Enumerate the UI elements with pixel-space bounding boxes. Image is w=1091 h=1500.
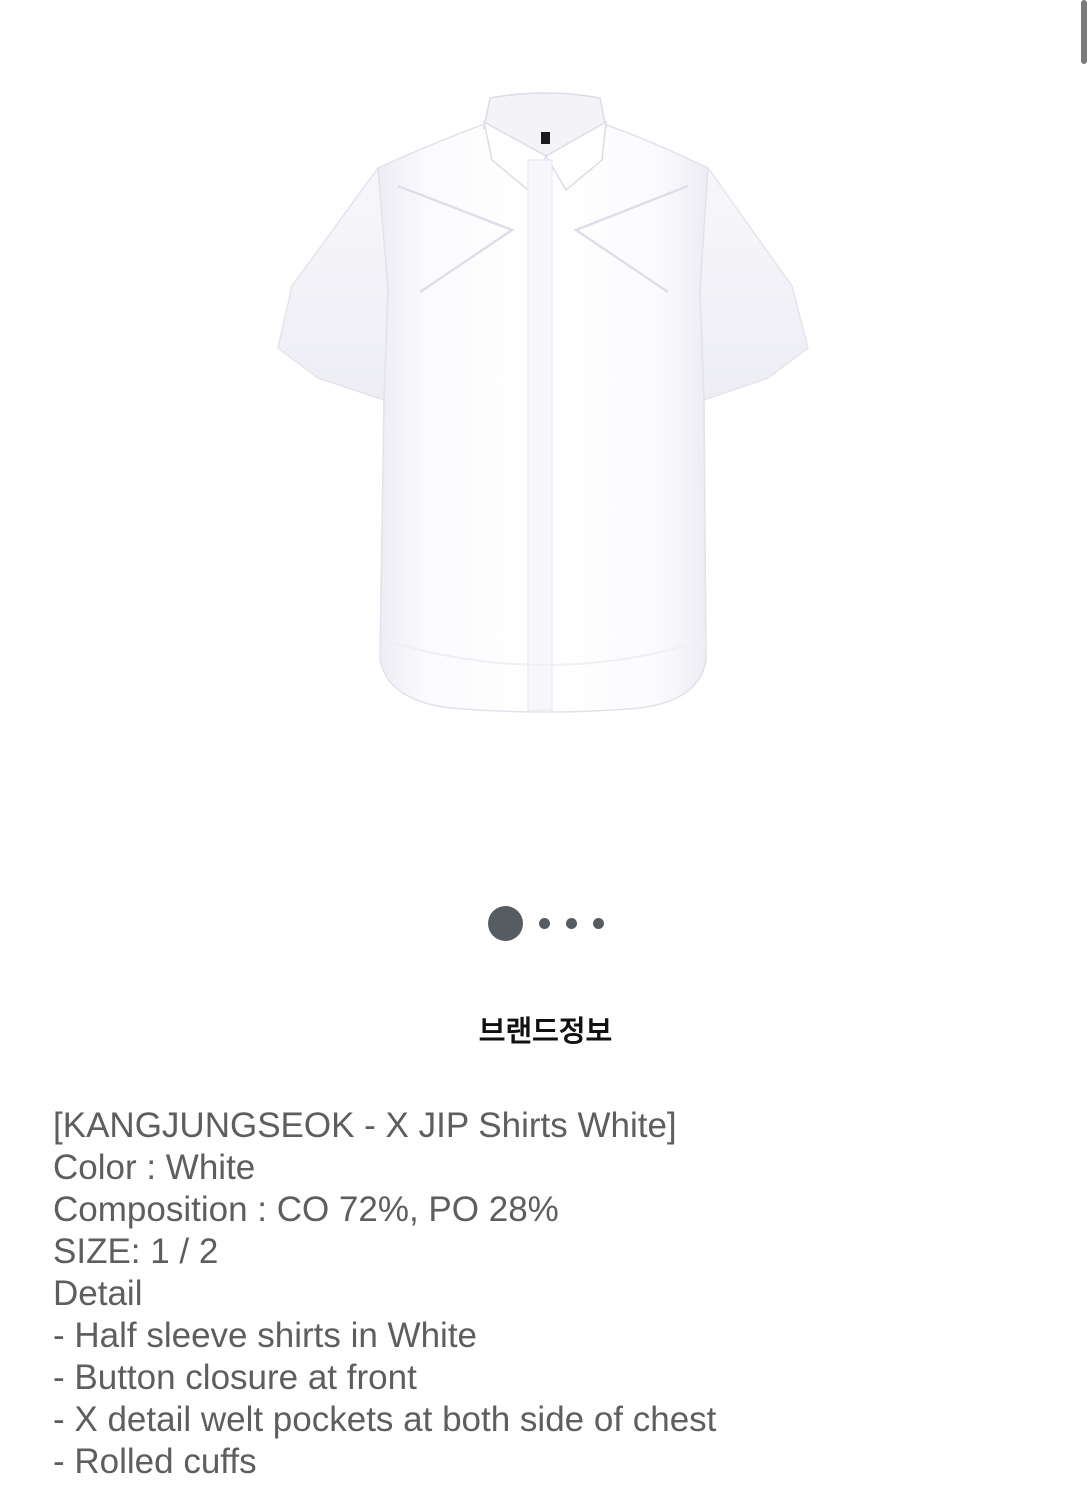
brand-info-link[interactable]: 브랜드정보: [0, 1008, 1091, 1050]
detail-item: - X detail welt pockets at both side of …: [53, 1400, 717, 1439]
product-title-line: [KANGJUNGSEOK - X JIP Shirts White]: [53, 1106, 677, 1145]
composition-line: Composition : CO 72%, PO 28%: [53, 1190, 559, 1229]
product-image[interactable]: [0, 0, 1091, 880]
image-carousel-dots: [0, 905, 1091, 941]
detail-item: - Half sleeve shirts in White: [53, 1316, 478, 1355]
detail-item: - Rolled cuffs: [53, 1442, 257, 1481]
product-description: [KANGJUNGSEOK - X JIP Shirts White] Colo…: [53, 1105, 1053, 1483]
detail-heading: Detail: [53, 1274, 143, 1313]
carousel-dot-4[interactable]: [592, 917, 604, 929]
color-line: Color : White: [53, 1148, 256, 1187]
detail-item: - Button closure at front: [53, 1358, 417, 1397]
carousel-dot-1-active[interactable]: [487, 905, 523, 941]
carousel-dot-2[interactable]: [538, 917, 550, 929]
carousel-dot-3[interactable]: [565, 917, 577, 929]
size-line: SIZE: 1 / 2: [53, 1232, 219, 1271]
white-shirt-image: [277, 92, 809, 713]
